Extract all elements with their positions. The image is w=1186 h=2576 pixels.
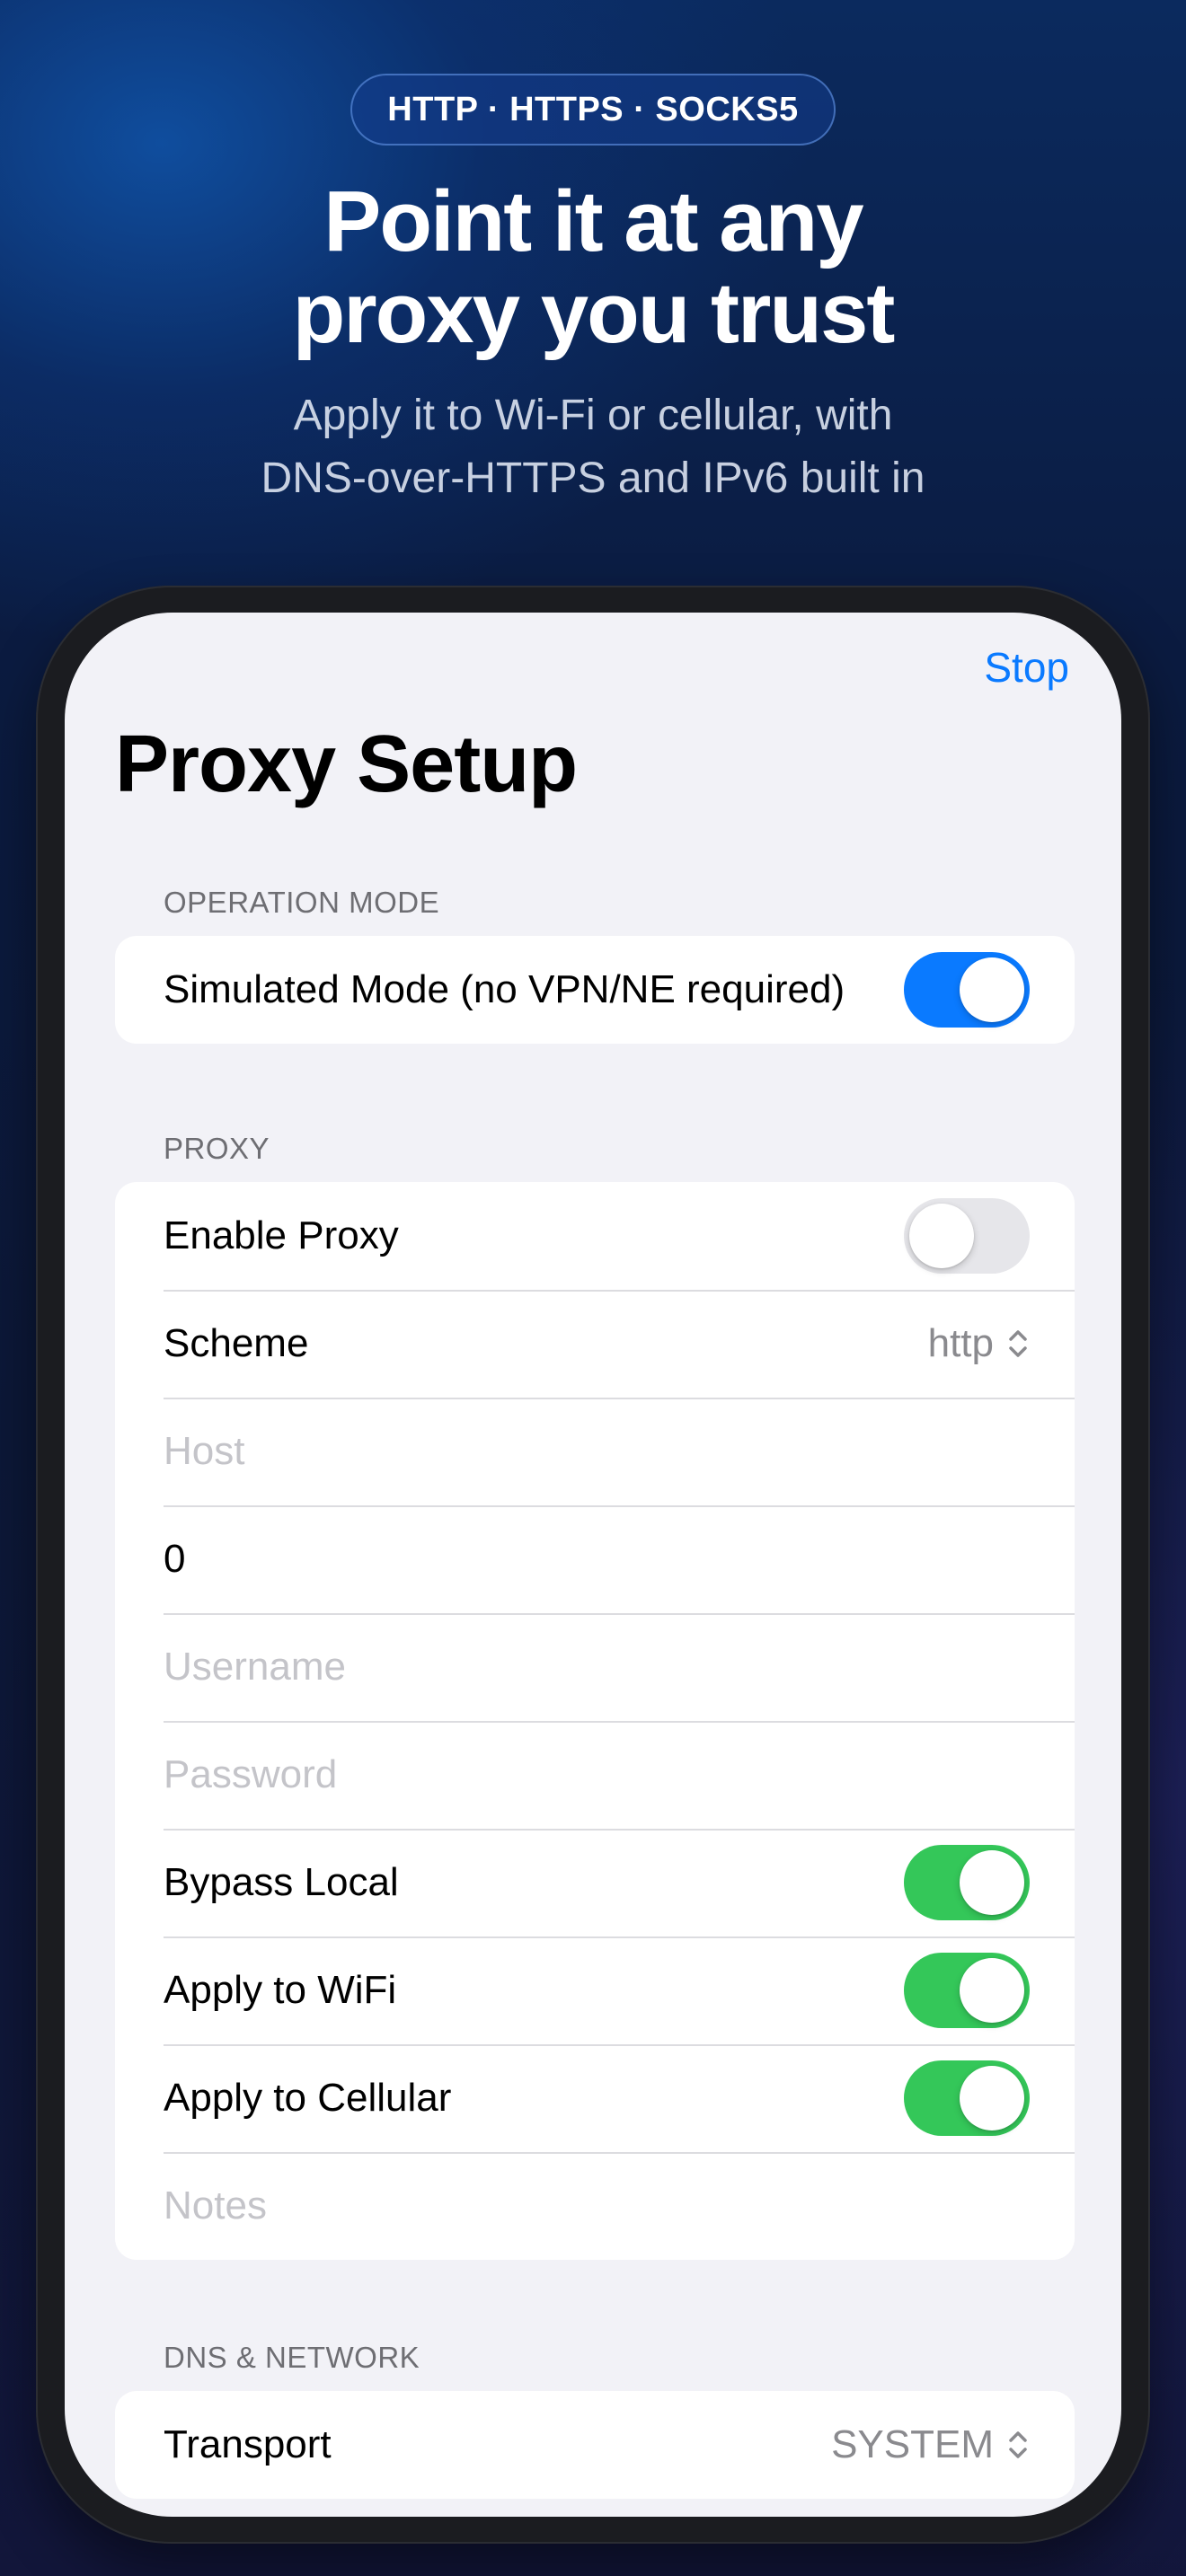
notes-field[interactable]: Notes bbox=[115, 2152, 1075, 2260]
username-placeholder: Username bbox=[164, 1645, 346, 1689]
simulated-mode-row[interactable]: Simulated Mode (no VPN/NE required) bbox=[115, 936, 1075, 1044]
enable-proxy-toggle[interactable] bbox=[904, 1198, 1030, 1274]
bypass-local-row[interactable]: Bypass Local bbox=[115, 1829, 1075, 1936]
bypass-local-label: Bypass Local bbox=[164, 1860, 399, 1904]
chevron-up-down-icon bbox=[1009, 2431, 1027, 2458]
port-value: 0 bbox=[164, 1537, 186, 1581]
section-header-dns-network: DNS & NETWORK bbox=[164, 2341, 420, 2374]
apply-cellular-toggle[interactable] bbox=[904, 2060, 1030, 2136]
password-placeholder: Password bbox=[164, 1752, 338, 1796]
phone-frame: Stop Proxy Setup OPERATION MODE Simulate… bbox=[36, 586, 1150, 2544]
apply-wifi-toggle[interactable] bbox=[904, 1953, 1030, 2028]
section-header-proxy: PROXY bbox=[164, 1132, 270, 1165]
apply-cellular-row[interactable]: Apply to Cellular bbox=[115, 2044, 1075, 2152]
subheadline: Apply it to Wi-Fi or cellular, with DNS-… bbox=[0, 384, 1186, 510]
toggle-knob bbox=[909, 1204, 974, 1268]
protocol-pill: HTTP · HTTPS · SOCKS5 bbox=[350, 74, 836, 146]
bypass-local-toggle[interactable] bbox=[904, 1845, 1030, 1920]
host-field[interactable]: Host bbox=[115, 1398, 1075, 1505]
transport-row[interactable]: Transport SYSTEM bbox=[115, 2391, 1075, 2499]
toggle-knob bbox=[960, 1958, 1024, 2023]
toggle-knob bbox=[960, 2066, 1024, 2130]
transport-picker[interactable]: SYSTEM bbox=[831, 2422, 1030, 2467]
password-field[interactable]: Password bbox=[115, 1721, 1075, 1829]
toggle-knob bbox=[960, 1850, 1024, 1915]
headline: Point it at any proxy you trust bbox=[0, 176, 1186, 359]
notes-placeholder: Notes bbox=[164, 2183, 267, 2228]
phone-screen: Stop Proxy Setup OPERATION MODE Simulate… bbox=[65, 613, 1121, 2517]
apply-wifi-row[interactable]: Apply to WiFi bbox=[115, 1936, 1075, 2044]
enable-proxy-label: Enable Proxy bbox=[164, 1213, 399, 1257]
apply-wifi-label: Apply to WiFi bbox=[164, 1968, 397, 2012]
proxy-group: Enable Proxy Scheme http Host 0 Username… bbox=[115, 1182, 1075, 2260]
scheme-row[interactable]: Scheme http bbox=[115, 1290, 1075, 1398]
headline-line-2: proxy you trust bbox=[292, 265, 896, 361]
transport-value: SYSTEM bbox=[831, 2422, 994, 2466]
stop-button[interactable]: Stop bbox=[984, 643, 1069, 692]
simulated-mode-toggle[interactable] bbox=[904, 952, 1030, 1028]
host-placeholder: Host bbox=[164, 1429, 245, 1473]
username-field[interactable]: Username bbox=[115, 1613, 1075, 1721]
enable-proxy-row[interactable]: Enable Proxy bbox=[115, 1182, 1075, 1290]
headline-line-1: Point it at any bbox=[323, 173, 863, 269]
chevron-up-down-icon bbox=[1009, 1330, 1027, 1357]
scheme-value: http bbox=[927, 1321, 994, 1365]
apply-cellular-label: Apply to Cellular bbox=[164, 2076, 452, 2120]
section-header-operation-mode: OPERATION MODE bbox=[164, 886, 440, 919]
port-field[interactable]: 0 bbox=[115, 1505, 1075, 1613]
scheme-picker[interactable]: http bbox=[928, 1321, 1030, 1366]
operation-mode-group: Simulated Mode (no VPN/NE required) bbox=[115, 936, 1075, 1044]
scheme-label: Scheme bbox=[164, 1321, 309, 1365]
simulated-mode-label: Simulated Mode (no VPN/NE required) bbox=[164, 967, 845, 1011]
page-title: Proxy Setup bbox=[115, 719, 578, 809]
dns-network-group: Transport SYSTEM bbox=[115, 2391, 1075, 2499]
subheadline-line-2: DNS-over-HTTPS and IPv6 built in bbox=[261, 454, 925, 502]
transport-label: Transport bbox=[164, 2422, 332, 2466]
toggle-knob bbox=[960, 957, 1024, 1022]
subheadline-line-1: Apply it to Wi-Fi or cellular, with bbox=[293, 392, 893, 439]
